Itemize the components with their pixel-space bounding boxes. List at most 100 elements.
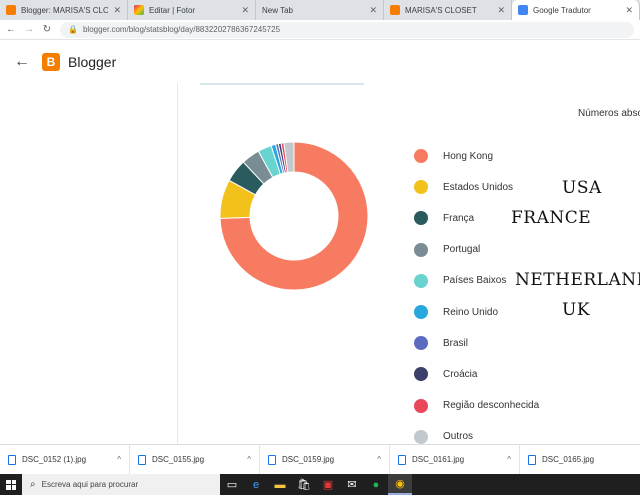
file-explorer-icon[interactable]: ▬ <box>268 474 292 495</box>
legend-dot <box>414 336 428 351</box>
chevron-up-icon[interactable]: ^ <box>247 455 251 464</box>
download-filename: DSC_0161.jpg <box>412 455 465 464</box>
download-filename: DSC_0165.jpg <box>542 455 595 464</box>
legend-dot <box>414 367 428 382</box>
image-file-icon <box>138 454 146 465</box>
tab-title: New Tab <box>262 5 293 15</box>
mail-icon[interactable]: ✉ <box>340 474 364 495</box>
reload-icon[interactable]: ↻ <box>42 24 52 35</box>
arrow-left-icon[interactable]: ← <box>14 53 30 71</box>
legend-item[interactable]: Região desconhecida <box>414 398 540 413</box>
tab-marisas-closet[interactable]: MARISA'S CLOSET ✕ <box>384 0 512 20</box>
legend-item[interactable]: França <box>414 211 475 226</box>
legend-item[interactable]: Croácia <box>414 367 478 382</box>
chevron-up-icon[interactable]: ^ <box>507 455 511 464</box>
sidebar <box>0 83 178 444</box>
blogger-favicon-icon <box>6 5 16 15</box>
legend-label: Reino Unido <box>443 306 499 318</box>
fotor-favicon-icon <box>134 5 144 15</box>
close-icon[interactable]: ✕ <box>369 5 377 16</box>
tab-blogger[interactable]: Blogger: MARISA'S CLOSET ✕ <box>0 0 128 20</box>
legend-label: França <box>443 212 475 224</box>
download-filename: DSC_0155.jpg <box>152 455 205 464</box>
chevron-up-icon[interactable]: ^ <box>377 455 381 464</box>
annotation-france: FRANCE <box>511 208 592 228</box>
legend-dot <box>414 242 428 257</box>
legend-item[interactable]: Outros <box>414 429 473 444</box>
country-donut-chart <box>219 141 369 291</box>
legend-label: Croácia <box>443 368 478 380</box>
legend-dot <box>414 398 428 413</box>
close-icon[interactable]: ✕ <box>241 5 249 16</box>
tab-new-tab[interactable]: New Tab ✕ <box>256 0 384 20</box>
back-arrow-icon[interactable]: ← <box>6 24 16 35</box>
tab-title: Editar | Fotor <box>149 5 196 15</box>
edge-icon[interactable]: e <box>244 474 268 495</box>
close-icon[interactable]: ✕ <box>625 5 633 16</box>
image-file-icon <box>398 454 406 465</box>
annotation-netherlands: NETHERLANDS <box>515 270 640 290</box>
download-item[interactable]: DSC_0159.jpg ^ <box>260 444 390 475</box>
browser-toolbar: ← → ↻ 🔒 blogger.com/blog/statsblog/day/8… <box>0 20 640 40</box>
windows-logo-icon <box>6 479 16 490</box>
gift-icon[interactable]: ▣ <box>316 474 340 495</box>
download-filename: DSC_0152 (1).jpg <box>22 455 87 464</box>
legend-item[interactable]: Reino Unido <box>414 305 498 319</box>
blogger-logo-icon: B <box>42 53 60 71</box>
url-text: blogger.com/blog/statsblog/day/883220278… <box>82 25 281 34</box>
start-button[interactable] <box>0 474 22 495</box>
numeros-absolutos-label: Números abso <box>578 108 640 119</box>
legend-item[interactable]: Brasil <box>414 336 469 351</box>
tab-title: MARISA'S CLOSET <box>405 5 477 15</box>
google-translate-favicon-icon <box>518 5 528 15</box>
tab-title: Blogger: MARISA'S CLOSET <box>21 5 109 15</box>
tab-fotor[interactable]: Editar | Fotor ✕ <box>128 0 256 20</box>
download-item[interactable]: DSC_0165.jpg <box>520 445 640 475</box>
annotation-usa: USA <box>562 178 602 198</box>
taskbar-search-box[interactable]: ⌕ Escreva aqui para procurar <box>22 474 220 495</box>
legend-label: Portugal <box>443 244 481 256</box>
search-placeholder: Escreva aqui para procurar <box>41 480 139 489</box>
annotation-uk: UK <box>562 300 591 320</box>
download-item[interactable]: DSC_0152 (1).jpg ^ <box>0 444 130 475</box>
image-file-icon <box>8 454 16 465</box>
close-icon[interactable]: ✕ <box>113 5 121 16</box>
blogger-header: ← B Blogger <box>0 41 640 83</box>
address-bar[interactable]: 🔒 blogger.com/blog/statsblog/day/8832202… <box>60 21 634 38</box>
spotify-icon[interactable]: ● <box>364 474 388 495</box>
legend-dot <box>414 211 428 226</box>
tab-google-tradutor[interactable]: Google Tradutor ✕ <box>512 0 640 20</box>
legend-label: Estados Unidos <box>443 181 514 193</box>
windows-taskbar: ⌕ Escreva aqui para procurar ▭ e ▬ 🛍 ▣ ✉… <box>0 474 640 495</box>
image-file-icon <box>268 454 276 465</box>
legend-item[interactable]: Estados Unidos <box>414 180 514 195</box>
section-divider <box>200 83 364 85</box>
download-item[interactable]: DSC_0161.jpg ^ <box>390 444 520 475</box>
legend-dot <box>414 429 428 444</box>
store-icon[interactable]: 🛍 <box>292 474 316 495</box>
legend-label: Brasil <box>443 337 469 349</box>
app-name: Blogger <box>68 54 117 70</box>
legend-dot <box>414 305 428 319</box>
chevron-up-icon[interactable]: ^ <box>117 455 121 464</box>
legend-dot <box>414 273 428 288</box>
download-item[interactable]: DSC_0155.jpg ^ <box>130 444 260 475</box>
search-icon: ⌕ <box>30 479 36 490</box>
legend-dot <box>414 180 428 195</box>
forward-arrow-icon[interactable]: → <box>24 24 34 35</box>
close-icon[interactable]: ✕ <box>497 5 505 16</box>
lock-icon: 🔒 <box>68 25 78 34</box>
legend-item[interactable]: Portugal <box>414 242 481 257</box>
legend-item[interactable]: Países Baixos <box>414 273 506 288</box>
download-filename: DSC_0159.jpg <box>282 455 335 464</box>
downloads-bar: DSC_0152 (1).jpg ^ DSC_0155.jpg ^ DSC_01… <box>0 444 640 475</box>
legend-label: Região desconhecida <box>443 400 540 412</box>
legend-item[interactable]: Hong Kong <box>414 149 493 163</box>
tab-title: Google Tradutor <box>533 5 591 15</box>
legend-dot <box>414 149 428 163</box>
image-file-icon <box>528 454 536 465</box>
chrome-icon[interactable]: ◉ <box>388 474 412 495</box>
legend-label: Hong Kong <box>443 150 494 162</box>
task-view-icon[interactable]: ▭ <box>220 474 244 495</box>
blogger-favicon-icon <box>390 5 400 15</box>
